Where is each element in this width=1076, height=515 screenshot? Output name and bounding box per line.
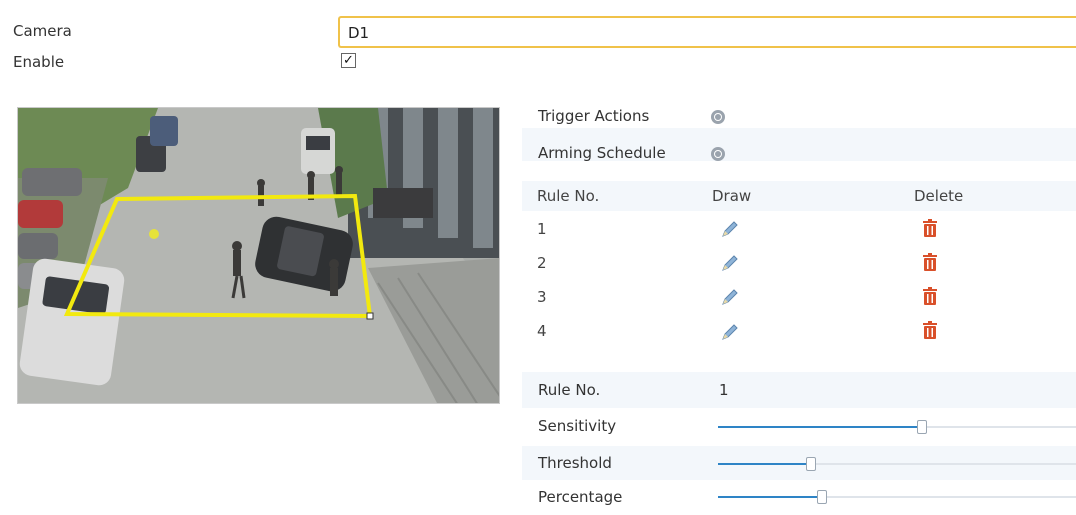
pencil-icon[interactable] <box>720 322 740 342</box>
pencil-icon[interactable] <box>720 253 740 273</box>
percentage-slider-thumb[interactable] <box>816 490 827 504</box>
rule-no-header: Rule No. <box>537 187 600 205</box>
percentage-row: Percentage <box>522 482 1076 515</box>
pencil-icon[interactable] <box>720 219 740 239</box>
rule-number: 3 <box>537 288 547 306</box>
arming-schedule-label: Arming Schedule <box>538 144 666 162</box>
check-icon: ✓ <box>343 53 354 68</box>
trash-icon[interactable] <box>922 218 938 238</box>
gear-icon[interactable] <box>711 110 725 124</box>
sensitivity-slider-thumb[interactable] <box>917 420 928 434</box>
threshold-slider-fill <box>718 463 812 465</box>
rule-no-setting-label: Rule No. <box>538 381 601 399</box>
percentage-label: Percentage <box>538 488 623 506</box>
draw-header: Draw <box>712 187 752 205</box>
trigger-actions-label: Trigger Actions <box>538 107 650 125</box>
rule-no-setting-row <box>522 372 1076 408</box>
enable-label: Enable <box>13 53 65 71</box>
trash-icon[interactable] <box>922 320 938 340</box>
delete-header: Delete <box>914 187 964 205</box>
enable-checkbox[interactable]: ✓ <box>341 53 356 68</box>
pencil-icon[interactable] <box>720 287 740 307</box>
rule-no-setting-value: 1 <box>719 381 729 399</box>
threshold-slider[interactable] <box>718 457 1076 471</box>
gear-icon[interactable] <box>711 147 725 161</box>
video-preview[interactable] <box>17 107 500 404</box>
percentage-slider-fill <box>718 496 822 498</box>
camera-scene <box>18 108 499 403</box>
camera-select[interactable]: D1 <box>338 16 1076 48</box>
sensitivity-label: Sensitivity <box>538 417 617 435</box>
sensitivity-slider[interactable] <box>718 420 1076 434</box>
camera-value: D1 <box>348 24 370 42</box>
sensitivity-slider-fill <box>718 426 923 428</box>
trash-icon[interactable] <box>922 252 938 272</box>
rule-number: 4 <box>537 322 547 340</box>
percentage-slider[interactable] <box>718 490 1076 504</box>
rules-header-row <box>522 181 1076 211</box>
trash-icon[interactable] <box>922 286 938 306</box>
camera-label: Camera <box>13 22 72 40</box>
threshold-slider-thumb[interactable] <box>806 457 817 471</box>
rule-number: 2 <box>537 254 547 272</box>
threshold-label: Threshold <box>538 454 612 472</box>
rule-number: 1 <box>537 220 547 238</box>
